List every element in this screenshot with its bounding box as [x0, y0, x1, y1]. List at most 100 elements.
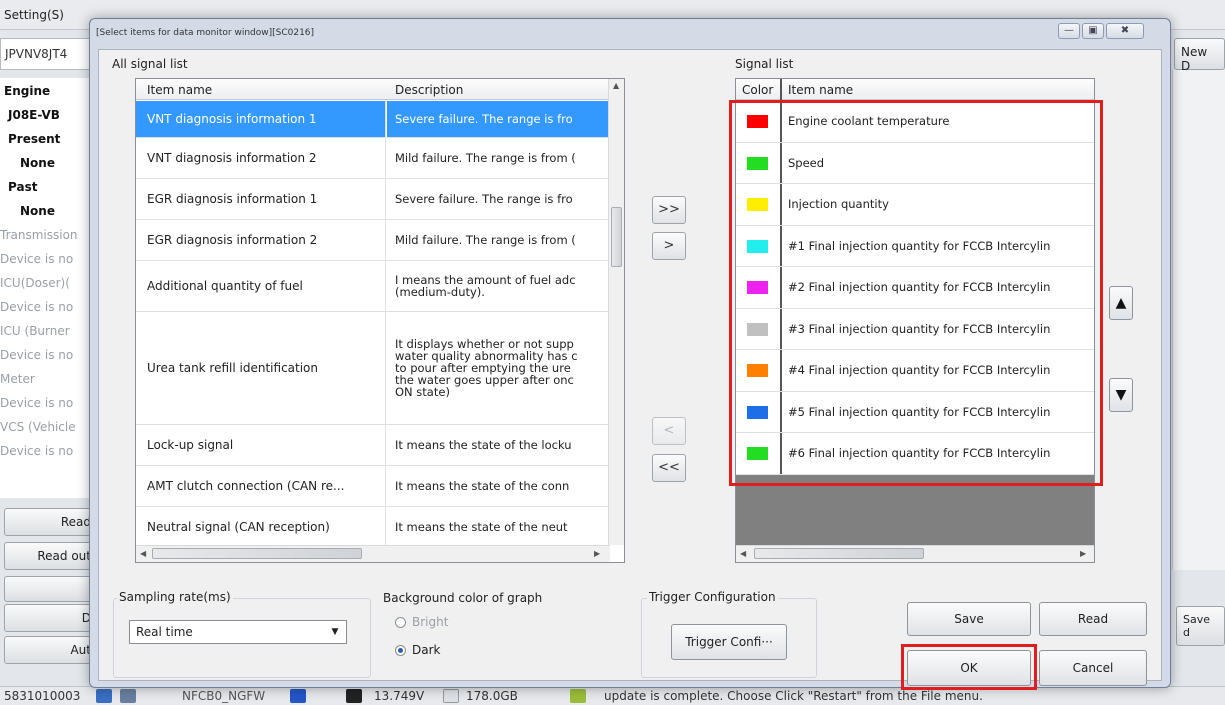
- read-button[interactable]: Read: [4, 508, 96, 536]
- description-text: Mild failure. The range is from (: [395, 151, 576, 165]
- auto-button[interactable]: Aut: [4, 636, 96, 664]
- tree-item[interactable]: Meter: [0, 372, 35, 386]
- trigger-config-label: Trigger Configuration: [647, 590, 778, 604]
- tree-item[interactable]: VCS (Vehicle: [0, 420, 76, 434]
- move-down-button[interactable]: ▼: [1109, 378, 1133, 412]
- description-cell[interactable]: I means the amount of fuel adc (medium-d…: [387, 261, 610, 311]
- dialog-titlebar: [Select items for data monitor window][S…: [90, 19, 1170, 49]
- table-row[interactable]: EGR diagnosis information 2 Mild failure.…: [136, 220, 610, 261]
- move-up-button[interactable]: ▲: [1109, 286, 1133, 320]
- table-row[interactable]: Lock-up signal It means the state of the …: [136, 425, 610, 466]
- scroll-right-icon[interactable]: ▶: [594, 549, 600, 558]
- item-name-cell[interactable]: Additional quantity of fuel: [136, 261, 386, 311]
- tree-item[interactable]: Device is no: [0, 300, 73, 314]
- new-button[interactable]: New D: [1174, 38, 1225, 73]
- add-all-button[interactable]: >>: [652, 196, 686, 224]
- tree-item[interactable]: Past: [8, 180, 37, 194]
- description-cell[interactable]: It means the state of the locku: [387, 425, 610, 465]
- tree-item[interactable]: ICU(Doser)(: [0, 276, 70, 290]
- table-row[interactable]: VNT diagnosis information 1 Severe failur…: [136, 101, 610, 138]
- tree-item[interactable]: Device is no: [0, 396, 73, 410]
- description-cell[interactable]: It means the state of the neut: [387, 507, 610, 547]
- sampling-rate-value: Real time: [136, 625, 193, 639]
- all-signal-list-label: All signal list: [112, 57, 188, 71]
- save-button[interactable]: Save: [907, 602, 1031, 636]
- close-icon[interactable]: ✖: [1106, 23, 1144, 39]
- scroll-left-icon[interactable]: ◀: [740, 549, 746, 558]
- radio-bright[interactable]: Bright: [395, 615, 448, 629]
- trigger-config-button[interactable]: Trigger Confi···: [671, 624, 787, 660]
- background-color-label: Background color of graph: [383, 591, 543, 605]
- table-row[interactable]: Additional quantity of fuel I means the a…: [136, 261, 610, 312]
- description-cell[interactable]: Mild failure. The range is from (: [387, 138, 610, 178]
- scroll-thumb[interactable]: [754, 548, 924, 559]
- scroll-up-icon[interactable]: ▲: [613, 81, 619, 90]
- scroll-thumb[interactable]: [152, 548, 362, 559]
- scroll-right-icon[interactable]: ▶: [1080, 549, 1086, 558]
- description-cell[interactable]: It displays whether or not supp water qu…: [387, 312, 610, 424]
- tree-item[interactable]: Device is no: [0, 444, 73, 458]
- scroll-left-icon[interactable]: ◀: [140, 549, 146, 558]
- tree-item[interactable]: None: [20, 204, 55, 218]
- column-header-description[interactable]: Description: [395, 83, 463, 97]
- radio-dark-indicator[interactable]: [395, 644, 406, 656]
- signal-list-highlight: [729, 100, 1103, 486]
- tree-item[interactable]: Present: [8, 132, 60, 146]
- column-header-item-name[interactable]: Item name: [147, 83, 212, 97]
- menu-setting[interactable]: Setting(S): [4, 8, 64, 22]
- vertical-scrollbar[interactable]: ▲: [608, 79, 624, 545]
- disk-icon: [443, 689, 459, 703]
- item-name-cell[interactable]: Lock-up signal: [136, 425, 386, 465]
- item-name-cell[interactable]: AMT clutch connection (CAN re...: [136, 466, 386, 506]
- radio-dark[interactable]: Dark: [395, 643, 440, 657]
- background-button-blank[interactable]: [4, 576, 96, 602]
- sampling-rate-select[interactable]: Real time ▼: [129, 620, 347, 644]
- read-out-button[interactable]: Read out: [4, 542, 96, 570]
- read-button[interactable]: Read: [1039, 602, 1147, 636]
- description-cell[interactable]: Severe failure. The range is fro: [387, 101, 610, 137]
- battery-icon: [346, 689, 362, 703]
- remove-button[interactable]: <: [652, 417, 686, 445]
- item-name-cell[interactable]: EGR diagnosis information 1: [136, 179, 386, 219]
- table-row[interactable]: AMT clutch connection (CAN re... It means…: [136, 466, 610, 507]
- tree-item[interactable]: Device is no: [0, 348, 73, 362]
- description-text: I means the amount of fuel adc (medium-d…: [395, 273, 576, 299]
- background-button-d[interactable]: D: [4, 604, 96, 632]
- minimize-icon[interactable]: —: [1058, 23, 1080, 39]
- add-button[interactable]: >: [652, 232, 686, 260]
- item-name-cell[interactable]: VNT diagnosis information 1: [136, 101, 386, 137]
- tree-item[interactable]: Engine: [4, 84, 50, 98]
- column-header-color[interactable]: Color: [742, 83, 773, 97]
- horizontal-scrollbar[interactable]: ◀ ▶: [736, 545, 1094, 562]
- item-name-cell[interactable]: VNT diagnosis information 2: [136, 138, 386, 178]
- item-name-cell[interactable]: Neutral signal (CAN reception): [136, 507, 386, 547]
- description-text: Severe failure. The range is fro: [395, 112, 573, 126]
- table-row[interactable]: Neutral signal (CAN reception) It means t…: [136, 507, 610, 548]
- tree-item[interactable]: ICU (Burner: [0, 324, 70, 338]
- table-row[interactable]: Urea tank refill identification It displa…: [136, 312, 610, 425]
- table-row[interactable]: EGR diagnosis information 1 Severe failur…: [136, 179, 610, 220]
- maximize-icon[interactable]: ▣: [1082, 23, 1104, 39]
- remove-all-button[interactable]: <<: [652, 454, 686, 482]
- status-id: 5831010003: [4, 689, 81, 703]
- description-cell[interactable]: Mild failure. The range is from (: [387, 220, 610, 260]
- save-data-button[interactable]: Save d: [1176, 606, 1225, 646]
- scroll-thumb[interactable]: [611, 207, 622, 267]
- column-header-item-name[interactable]: Item name: [788, 83, 853, 97]
- tree-item[interactable]: Device is no: [0, 252, 73, 266]
- all-signal-rows: VNT diagnosis information 1 Severe failur…: [136, 101, 610, 548]
- description-cell[interactable]: Severe failure. The range is fro: [387, 179, 610, 219]
- tree-item[interactable]: None: [20, 156, 55, 170]
- radio-bright-indicator[interactable]: [395, 616, 406, 628]
- horizontal-scrollbar[interactable]: ◀ ▶: [136, 545, 610, 562]
- description-cell[interactable]: It means the state of the conn: [387, 466, 610, 506]
- item-name-cell[interactable]: EGR diagnosis information 2: [136, 220, 386, 260]
- item-name-cell[interactable]: Urea tank refill identification: [136, 312, 386, 424]
- chevron-down-icon[interactable]: ▼: [327, 624, 343, 640]
- ecu-tree: Engine J08E-VB Present None Past None Transmis…: [0, 78, 100, 498]
- description-text: It means the state of the neut: [395, 520, 568, 534]
- tree-item[interactable]: Transmission: [0, 228, 78, 242]
- table-row[interactable]: VNT diagnosis information 2 Mild failure.…: [136, 138, 610, 179]
- cancel-button[interactable]: Cancel: [1039, 650, 1147, 686]
- tree-item[interactable]: J08E-VB: [8, 108, 60, 122]
